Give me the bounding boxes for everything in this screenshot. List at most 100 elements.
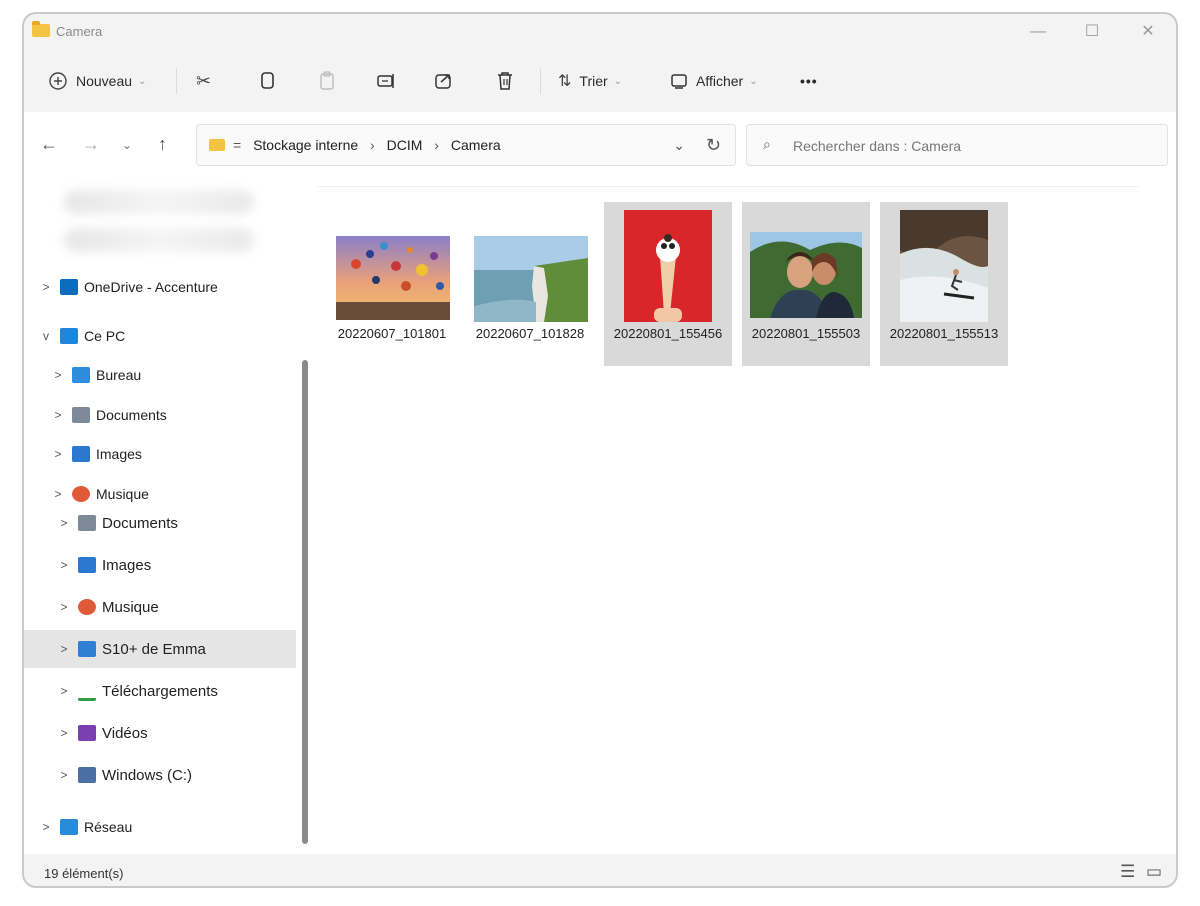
breadcrumb-item[interactable]: Stockage interne [253, 137, 358, 153]
onedrive-cloud-icon [60, 279, 78, 295]
cut-button[interactable]: ✂ [196, 64, 211, 98]
nav-item[interactable]: > Musique [24, 588, 296, 626]
network-icon [60, 819, 78, 835]
nav-item[interactable]: > Images [24, 546, 296, 584]
chevron-right-icon[interactable]: > [50, 368, 66, 382]
chevron-down-icon: ⌄ [749, 75, 758, 87]
chevron-right-icon[interactable]: > [38, 820, 54, 834]
chevron-right-icon[interactable]: > [56, 516, 72, 530]
divider [318, 186, 1138, 187]
nav-item[interactable]: > Windows (C:) [24, 756, 296, 794]
file-tile-selected[interactable]: 20220801_155503 [742, 202, 870, 366]
minimize-button[interactable]: — [1018, 18, 1058, 46]
window-title: Camera [56, 24, 103, 39]
toolbar-separator [176, 68, 177, 94]
nav-item-label: Images [96, 446, 142, 462]
file-view: 20220607_101801 20220607_101828 20220801… [318, 180, 1176, 854]
white-cliffs-coast-photo [474, 236, 588, 322]
file-name: 20220607_101801 [337, 326, 447, 341]
search-box[interactable]: ⌕ [746, 124, 1168, 166]
tiles-view-icon[interactable]: ▭ [1146, 862, 1162, 882]
nav-item[interactable]: v Ce PC [24, 317, 296, 355]
maximize-button[interactable]: ☐ [1072, 18, 1112, 46]
nav-item[interactable]: > Documents [24, 504, 296, 542]
paste-icon [320, 71, 334, 90]
paste-button[interactable] [318, 64, 336, 98]
hot-air-balloons-photo [336, 236, 450, 320]
forward-arrow-icon[interactable]: → [82, 134, 100, 155]
thumbnail-image [624, 210, 712, 322]
file-tile-selected[interactable]: 20220801_155456 [604, 202, 732, 366]
desktop-icon [72, 367, 90, 383]
breadcrumb-separator-icon[interactable]: › [370, 137, 375, 153]
nav-item[interactable]: > Bureau [24, 356, 296, 394]
chevron-right-icon[interactable]: > [50, 447, 66, 461]
sort-button[interactable]: ⇅ Trier ⌄ [558, 64, 622, 98]
share-button[interactable] [434, 64, 454, 98]
breadcrumb-item[interactable]: DCIM [387, 137, 423, 153]
new-button[interactable]: Nouveau ⌄ [48, 64, 146, 98]
chevron-right-icon[interactable]: > [50, 408, 66, 422]
up-arrow-icon[interactable]: ↑ [158, 134, 167, 155]
close-button[interactable]: ✕ [1128, 18, 1168, 46]
rename-button[interactable] [376, 64, 396, 98]
share-icon [435, 74, 451, 89]
search-input[interactable] [791, 134, 1155, 158]
nav-item[interactable]: > OneDrive - Accenture [24, 268, 296, 306]
chevron-right-icon[interactable]: > [56, 642, 72, 656]
breadcrumb-separator-icon[interactable]: › [434, 137, 439, 153]
nav-item-label: Bureau [96, 367, 142, 383]
back-arrow-icon[interactable]: ← [40, 134, 58, 155]
chevron-right-icon[interactable]: > [56, 726, 72, 740]
nav-item-label: Vidéos [102, 724, 148, 742]
file-tile-selected[interactable]: 20220801_155513 [880, 202, 1008, 366]
download-icon [78, 682, 96, 701]
drive-icon [78, 767, 96, 783]
details-view-icon[interactable]: ☰ [1120, 862, 1135, 882]
command-bar: Nouveau ⌄ ✂ ⇅ Trier ⌄ Afficher ⌄ ••• [24, 50, 1176, 112]
item-count: 19 élément(s) [44, 866, 124, 881]
breadcrumb-item[interactable]: Camera [451, 137, 501, 153]
recent-locations-chevron-icon[interactable]: ⌄ [122, 138, 132, 152]
nav-item[interactable]: > Réseau [24, 808, 296, 846]
view-button[interactable]: Afficher ⌄ [670, 64, 758, 98]
chevron-right-icon[interactable]: > [56, 684, 72, 698]
chevron-right-icon[interactable]: > [56, 768, 72, 782]
chevron-down-icon: ⌄ [613, 75, 623, 87]
chevron-right-icon[interactable]: > [56, 558, 72, 572]
delete-button[interactable] [496, 64, 514, 98]
pc-monitor-icon [60, 328, 78, 344]
breadcrumb-overflow[interactable]: = [233, 137, 241, 153]
chevron-right-icon[interactable]: > [50, 487, 66, 501]
file-explorer-window: Camera — ☐ ✕ Nouveau ⌄ ✂ ⇅ Trier ⌄ Affic… [22, 12, 1178, 888]
documents-icon [78, 515, 96, 531]
nav-item-label: Ce PC [84, 328, 126, 344]
sort-button-label: Trier [579, 73, 608, 89]
nav-item[interactable]: > Images [24, 435, 296, 473]
address-bar[interactable]: = Stockage interne › DCIM › Camera ⌄ ↻ [196, 124, 736, 166]
chevron-down-icon[interactable]: v [38, 329, 54, 343]
thumbnail-image [336, 236, 450, 320]
chevron-right-icon[interactable]: > [38, 280, 54, 294]
surfer-wave-photo [900, 210, 988, 322]
videos-icon [78, 725, 96, 741]
nav-item[interactable]: > Documents [24, 396, 296, 434]
thumbnail-image [474, 236, 588, 322]
blurred-nav-item [64, 190, 254, 214]
view-icon [671, 74, 687, 89]
nav-item-label: OneDrive - Accenture [84, 279, 218, 295]
address-history-chevron-icon[interactable]: ⌄ [673, 137, 685, 154]
file-tile[interactable]: 20220607_101828 [466, 202, 594, 366]
file-tile[interactable]: 20220607_101801 [328, 202, 456, 366]
more-options-button[interactable]: ••• [800, 64, 818, 98]
copy-button[interactable] [258, 64, 276, 98]
file-name: 20220801_155456 [613, 326, 723, 341]
refresh-icon[interactable]: ↻ [706, 135, 721, 156]
nav-item[interactable]: > Téléchargements [24, 672, 296, 710]
nav-scrollbar[interactable] [302, 360, 308, 844]
file-name: 20220801_155513 [889, 326, 999, 341]
nav-item[interactable]: > Vidéos [24, 714, 296, 752]
nav-item[interactable]: > S10+ de Emma [24, 630, 296, 668]
navigation-pane: > OneDrive - Accenture v Ce PC > Bureau > Docum… [24, 180, 308, 854]
chevron-right-icon[interactable]: > [56, 600, 72, 614]
